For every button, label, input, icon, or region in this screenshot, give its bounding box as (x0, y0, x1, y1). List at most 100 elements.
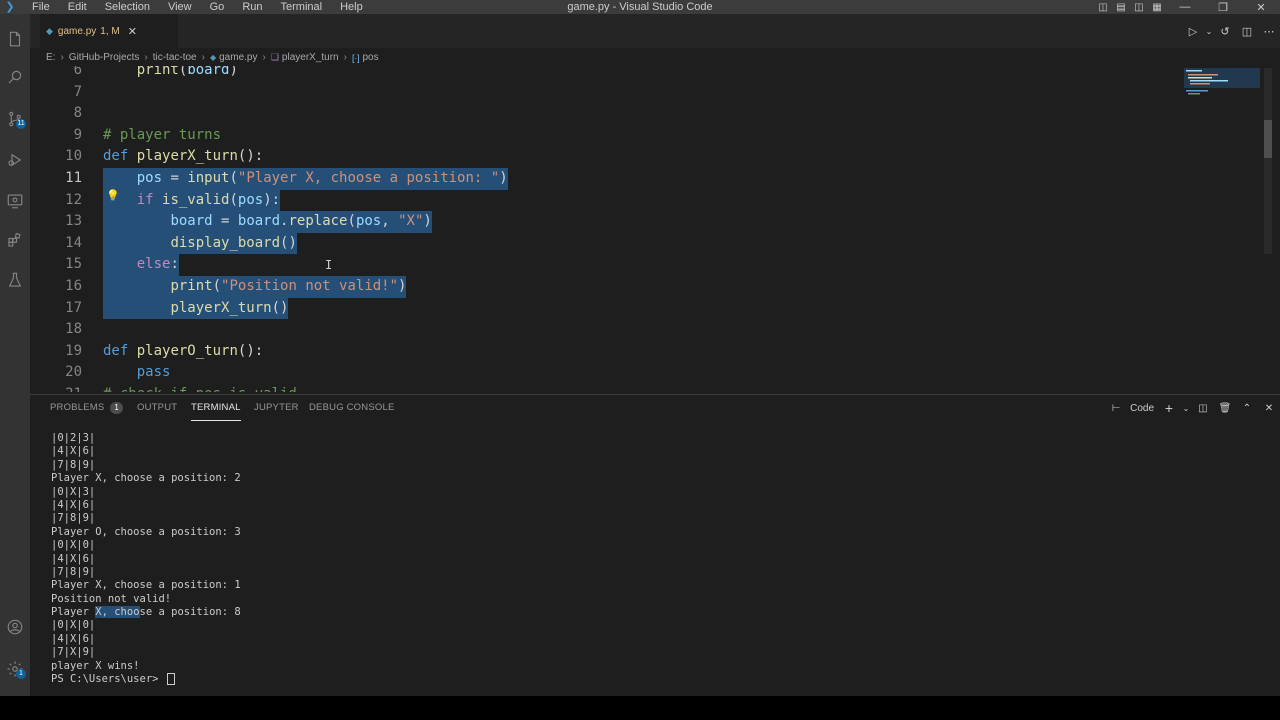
lightbulb-icon[interactable]: 💡 (106, 189, 120, 202)
line-number: 19 (65, 342, 82, 359)
code-line[interactable]: 14 display_board() (30, 232, 1180, 255)
toggle-secondary-sidebar-icon[interactable]: ◫ (1130, 0, 1148, 14)
new-terminal-icon[interactable]: + (1158, 396, 1180, 420)
editor-scrollbar[interactable] (1264, 68, 1272, 254)
code-line[interactable]: 17 playerX_turn() (30, 297, 1180, 320)
breadcrumb-drive[interactable]: E: (46, 52, 55, 63)
open-changes-icon[interactable]: ↺ (1214, 14, 1236, 48)
chevron-down-icon[interactable]: ⌄ (1204, 14, 1214, 48)
line-number: 17 (65, 299, 82, 316)
breadcrumb-folder-project[interactable]: tic-tac-toe (153, 52, 197, 63)
split-terminal-icon[interactable]: ◫ (1192, 396, 1214, 420)
chevron-up-icon[interactable]: ⌃ (1236, 396, 1258, 420)
title-bar: ❯ File Edit Selection View Go Run Termin… (0, 0, 1280, 14)
toggle-panel-icon[interactable]: ▤ (1112, 0, 1130, 14)
code-line[interactable]: 6 print(board) (30, 66, 1180, 82)
tab-output[interactable]: OUTPUT (137, 396, 177, 420)
close-window-button[interactable]: ✕ (1242, 0, 1280, 14)
menu-terminal[interactable]: Terminal (272, 0, 332, 14)
code-line[interactable]: 8 (30, 103, 1180, 125)
run-debug-icon[interactable] (0, 145, 30, 175)
panel-divider[interactable] (30, 394, 1280, 395)
terminal-selection: X, choo (95, 606, 140, 619)
chevron-right-icon: › (60, 52, 64, 63)
terminal-line: |7|X|9| (51, 646, 96, 659)
terminal-profile-icon[interactable]: ⊢ (1105, 396, 1127, 420)
close-icon[interactable]: ✕ (128, 25, 137, 38)
menu-selection[interactable]: Selection (96, 0, 159, 14)
terminal-output[interactable]: |0|2|3| |4|X|6| |7|8|9| Player X, choose a … (51, 432, 1251, 692)
code-line[interactable]: 18 (30, 319, 1180, 341)
menu-file[interactable]: File (18, 0, 59, 14)
terminal-line: |7|8|9| (51, 458, 96, 471)
breadcrumb-variable[interactable]: pos (362, 52, 378, 63)
code-line[interactable]: 11 pos = input("Player X, choose a posit… (30, 168, 1180, 190)
kill-terminal-icon[interactable]: 🗑 (1214, 396, 1236, 420)
close-panel-icon[interactable]: ✕ (1258, 396, 1280, 420)
code-line[interactable]: 21 # check if pos is valid (30, 384, 1180, 392)
manage-gear-icon[interactable]: 1 (0, 654, 30, 684)
terminal-cursor (166, 673, 175, 686)
code-line[interactable]: 9 # player turns (30, 125, 1180, 147)
line-number: 11 (65, 170, 82, 186)
run-python-file-icon[interactable]: ▷ (1182, 14, 1204, 48)
tab-status: 1, M (100, 25, 120, 37)
source-control-icon[interactable]: 11 (0, 104, 30, 134)
terminal-line: Player O, choose a position: 3 (51, 525, 241, 538)
line-number: 7 (73, 83, 82, 100)
terminal-line: Player X, choose a position: 8 (51, 606, 241, 619)
chevron-right-icon: › (201, 52, 205, 63)
code-text: def playerO_turn(): (103, 342, 264, 359)
menu-help[interactable]: Help (331, 0, 372, 14)
customize-layout-icon[interactable]: ▦ (1148, 0, 1166, 14)
code-line[interactable]: 13 board = board.replace(pos, "X") (30, 211, 1180, 233)
code-line[interactable]: 15 else: (30, 254, 1180, 276)
terminal-line: |7|8|9| (51, 512, 96, 525)
code-line[interactable]: 10 def playerX_turn(): (30, 146, 1180, 168)
terminal-profile-label[interactable]: Code (1130, 403, 1154, 414)
line-number: 6 (73, 66, 82, 78)
function-symbol-icon: ❑ (270, 52, 279, 62)
chevron-down-icon[interactable]: ⌄ (1180, 396, 1192, 420)
remote-explorer-icon[interactable] (0, 186, 30, 216)
code-editor[interactable]: 6 print(board) 7 8 9 # player turns 10 def pla… (30, 66, 1280, 392)
code-line[interactable]: 16 print("Position not valid!") (30, 276, 1180, 298)
terminal-line: |0|X|0| (51, 619, 96, 632)
account-icon[interactable] (0, 612, 30, 642)
problems-count-badge: 1 (110, 402, 124, 414)
code-line[interactable]: 19 def playerO_turn(): (30, 341, 1180, 363)
tab-jupyter[interactable]: JUPYTER (254, 396, 299, 420)
editor-scrollbar-thumb[interactable] (1264, 120, 1272, 158)
tab-terminal[interactable]: TERMINAL (191, 396, 241, 421)
terminal-line: Player X, choose a position: 1 (51, 579, 241, 592)
breadcrumb-function[interactable]: playerX_turn (282, 52, 339, 63)
text-cursor-icon: I (325, 258, 333, 272)
extensions-icon[interactable] (0, 225, 30, 255)
tab-debug-console[interactable]: DEBUG CONSOLE (309, 396, 394, 420)
more-actions-icon[interactable]: ⋯ (1258, 14, 1280, 48)
menu-view[interactable]: View (159, 0, 201, 14)
terminal-line: Player X, choose a position: 2 (51, 472, 241, 485)
code-line[interactable]: 12 if is_valid(pos): (30, 189, 1180, 212)
testing-icon[interactable] (0, 265, 30, 295)
menu-go[interactable]: Go (201, 0, 234, 14)
code-line[interactable]: 20 pass (30, 362, 1180, 384)
editor-tab-bar: ◆ game.py 1, M ✕ ▷ ⌄ ↺ ◫ ⋯ (30, 14, 1280, 48)
tab-game-py[interactable]: ◆ game.py 1, M ✕ (40, 14, 178, 48)
menu-run[interactable]: Run (233, 0, 271, 14)
menu-edit[interactable]: Edit (59, 0, 96, 14)
files-icon[interactable] (0, 24, 30, 54)
minimap[interactable] (1184, 68, 1260, 98)
split-editor-icon[interactable]: ◫ (1236, 14, 1258, 48)
terminal-line: |0|2|3| (51, 432, 96, 444)
code-line[interactable]: 7 (30, 82, 1180, 104)
toggle-primary-sidebar-icon[interactable]: ◫ (1094, 0, 1112, 14)
restore-button[interactable]: ❐ (1204, 0, 1242, 14)
search-icon[interactable] (0, 62, 30, 92)
tab-problems[interactable]: PROBLEMS 1 (50, 396, 124, 420)
minimize-button[interactable]: — (1166, 0, 1204, 14)
breadcrumb-file[interactable]: game.py (219, 52, 257, 63)
terminal-line: Position not valid! (51, 592, 172, 605)
breadcrumb-folder-github[interactable]: GitHub-Projects (69, 52, 140, 63)
terminal-line: |7|8|9| (51, 565, 96, 578)
